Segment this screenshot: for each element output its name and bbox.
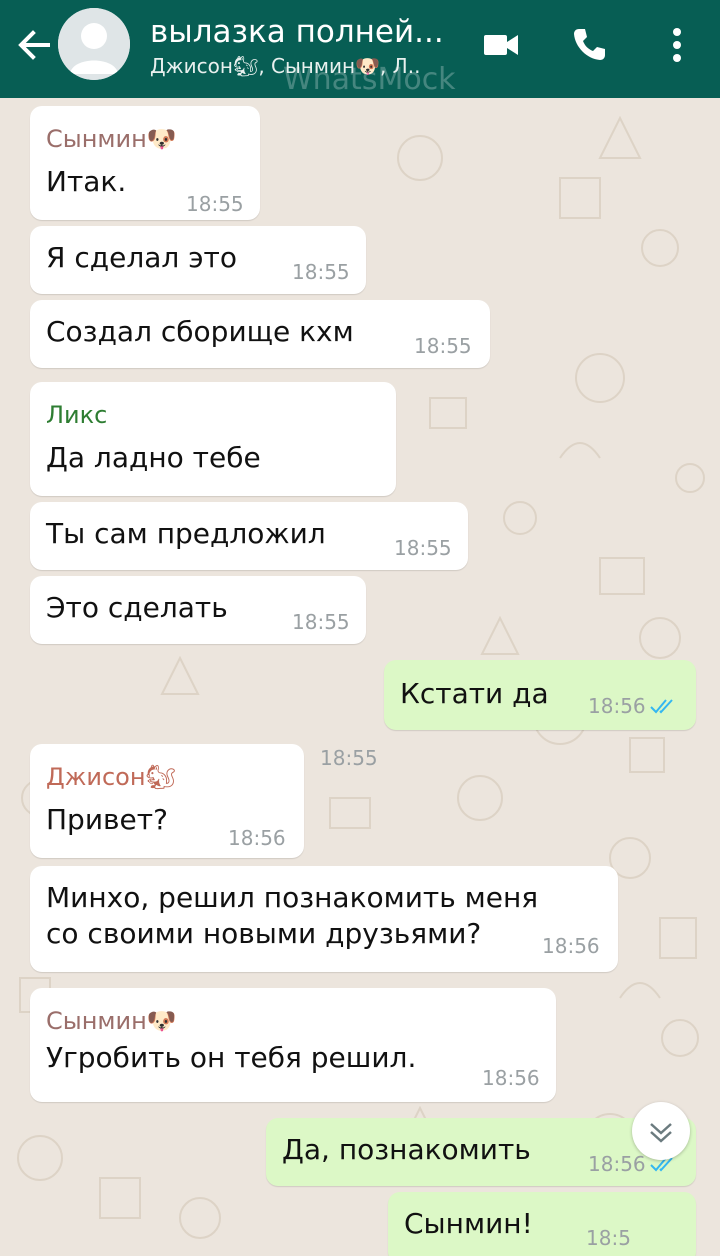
message-time: 18:55 xyxy=(292,260,350,284)
message-time: 18:55 xyxy=(292,610,350,634)
message-bubble[interactable]: Минхо, решил познакомить меня со своими … xyxy=(30,866,618,972)
message-bubble-outgoing[interactable]: Сынмин! 18:5 xyxy=(388,1192,696,1256)
sender-name: Сынмин🐶 xyxy=(46,125,177,153)
more-options-button[interactable] xyxy=(654,22,700,68)
message-bubble[interactable]: Ты сам предложил 18:55 xyxy=(30,502,468,570)
message-bubble[interactable]: Сынмин🐶 Угробить он тебя решил. 18:56 xyxy=(30,988,556,1102)
message-text: Итак. xyxy=(46,165,127,198)
message-time: 18:55 xyxy=(394,536,452,560)
message-time: 18:55 xyxy=(320,746,378,770)
video-call-button[interactable] xyxy=(478,22,524,68)
message-text: Минхо, решил познакомить меня со своими … xyxy=(46,881,539,950)
sender-name: Ликс xyxy=(46,401,108,429)
message-time: 18:56 xyxy=(542,934,600,958)
chat-title: вылазка полней... xyxy=(150,14,444,50)
message-bubble-outgoing[interactable]: Кстати да 18:56 xyxy=(384,660,696,730)
message-bubble[interactable]: Я сделал это 18:55 xyxy=(30,226,366,294)
videocam-icon xyxy=(484,35,518,55)
message-text: Я сделал это xyxy=(46,241,237,274)
group-avatar[interactable] xyxy=(58,8,130,80)
chat-header: вылазка полней... Джисон🐿, Сынмин🐶, Л.. … xyxy=(0,0,720,98)
chevron-down-icon xyxy=(650,1123,672,1143)
message-text: Да ладно тебе xyxy=(46,441,261,474)
more-vert-icon xyxy=(673,28,681,62)
message-time: 18:56 xyxy=(588,694,646,718)
message-bubble[interactable]: Ликс Да ладно тебе 18:55 xyxy=(30,382,396,770)
message-time: 18:56 xyxy=(482,1066,540,1090)
message-text: Кстати да xyxy=(400,677,549,710)
sender-name: Джисон🐿 xyxy=(46,763,177,791)
message-time: 18:5 xyxy=(586,1226,631,1250)
message-time: 18:56 xyxy=(228,826,286,850)
watermark: WhatsMock xyxy=(283,62,456,97)
message-bubble[interactable]: Сынмин🐶 Итак. 18:55 xyxy=(30,106,260,220)
message-text: Сынмин! xyxy=(404,1207,533,1240)
message-bubble[interactable]: Это сделать 18:55 xyxy=(30,576,366,644)
message-bubble[interactable]: Джисон🐿 Привет? 18:56 xyxy=(30,744,304,858)
message-bubble[interactable]: Создал сборище кхм 18:55 xyxy=(30,300,490,368)
message-text: Угробить он тебя решил. xyxy=(46,1041,417,1074)
message-text: Ты сам предложил xyxy=(46,517,326,550)
message-list[interactable]: Сынмин🐶 Итак. 18:55 Я сделал это 18:55 С… xyxy=(0,98,720,1256)
voice-call-button[interactable] xyxy=(566,22,612,68)
phone-icon xyxy=(574,29,605,60)
scroll-to-bottom-button[interactable] xyxy=(632,1102,690,1160)
message-time: 18:55 xyxy=(414,334,472,358)
message-text: Привет? xyxy=(46,803,168,836)
message-text: Это сделать xyxy=(46,591,228,624)
back-button[interactable] xyxy=(12,22,58,68)
sender-name: Сынмин🐶 xyxy=(46,1007,177,1035)
message-text: Создал сборище кхм xyxy=(46,315,354,348)
arrow-left-icon xyxy=(18,30,50,60)
message-time: 18:55 xyxy=(186,192,244,216)
double-check-icon xyxy=(650,699,673,714)
message-text: Да, познакомить xyxy=(282,1133,531,1166)
